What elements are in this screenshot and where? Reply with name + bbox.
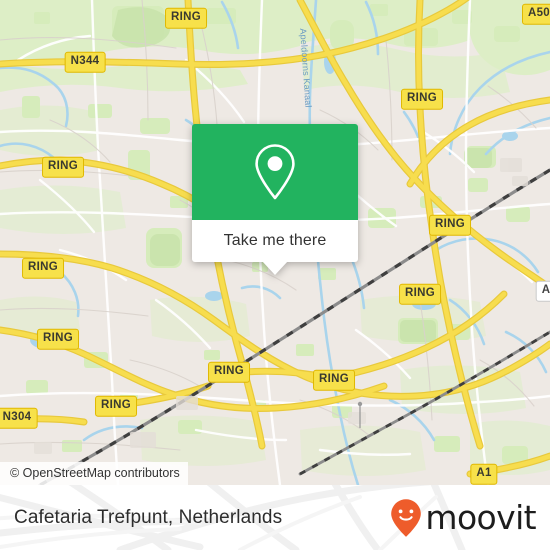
road-shield-ring[interactable]: RING	[42, 156, 84, 178]
osm-attribution[interactable]: © OpenStreetMap contributors	[0, 462, 188, 485]
road-shield-ring[interactable]: RING	[429, 214, 471, 236]
moovit-wordmark: moovit	[425, 498, 536, 537]
popup-tail	[262, 261, 288, 275]
road-shield-a1[interactable]: A1	[470, 463, 498, 485]
road-shield-ring[interactable]: RING	[313, 369, 355, 391]
moovit-place-map-screenshot: Apeldoorns Kanaal RING A50 N344 RING RIN…	[0, 0, 550, 550]
map-canvas[interactable]: Apeldoorns Kanaal RING A50 N344 RING RIN…	[0, 0, 550, 485]
road-shield-ring[interactable]: RING	[95, 395, 137, 417]
road-shield-ring[interactable]: RING	[22, 257, 64, 279]
road-shield-ring[interactable]: RING	[165, 7, 207, 29]
road-shield-ring[interactable]: RING	[399, 283, 441, 305]
road-shield-a50[interactable]: A50	[522, 3, 550, 25]
moovit-smiley-pin-icon	[391, 498, 422, 537]
moovit-logo[interactable]: moovit	[390, 498, 537, 538]
road-shield-n304[interactable]: N304	[0, 407, 38, 429]
page-title: Cafetaria Trefpunt, Netherlands	[14, 506, 283, 528]
footer-bar: Cafetaria Trefpunt, Netherlands moovit	[0, 485, 550, 550]
take-me-there-button[interactable]: Take me there	[224, 232, 327, 250]
road-shield-ring[interactable]: RING	[208, 361, 250, 383]
popup-footer[interactable]: Take me there	[192, 220, 358, 275]
road-shield-n344[interactable]: N344	[64, 51, 106, 73]
map-pin-icon	[255, 144, 295, 200]
road-shield-ring[interactable]: RING	[37, 328, 79, 350]
place-popup-card[interactable]: Take me there	[192, 124, 358, 275]
road-shield-a[interactable]: A	[535, 280, 550, 302]
popup-header	[192, 124, 358, 220]
road-shield-ring[interactable]: RING	[401, 88, 443, 110]
